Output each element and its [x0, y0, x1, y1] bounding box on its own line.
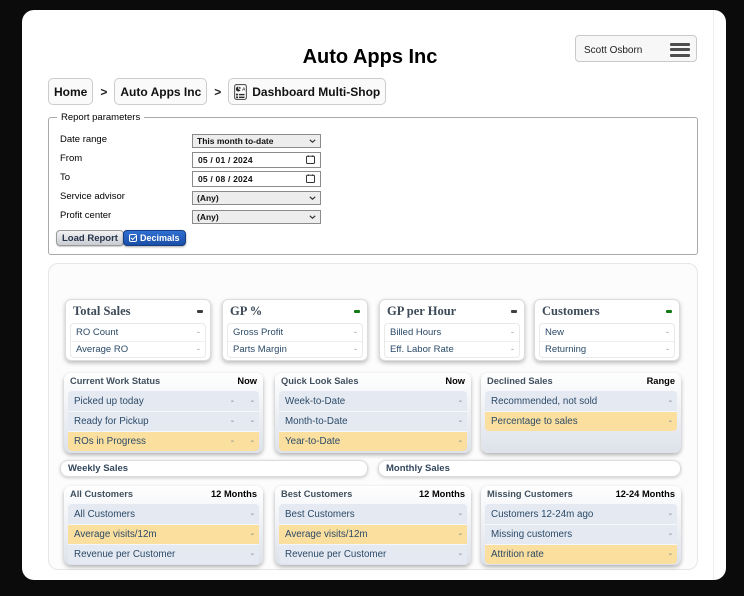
- svg-text:A: A: [242, 86, 246, 92]
